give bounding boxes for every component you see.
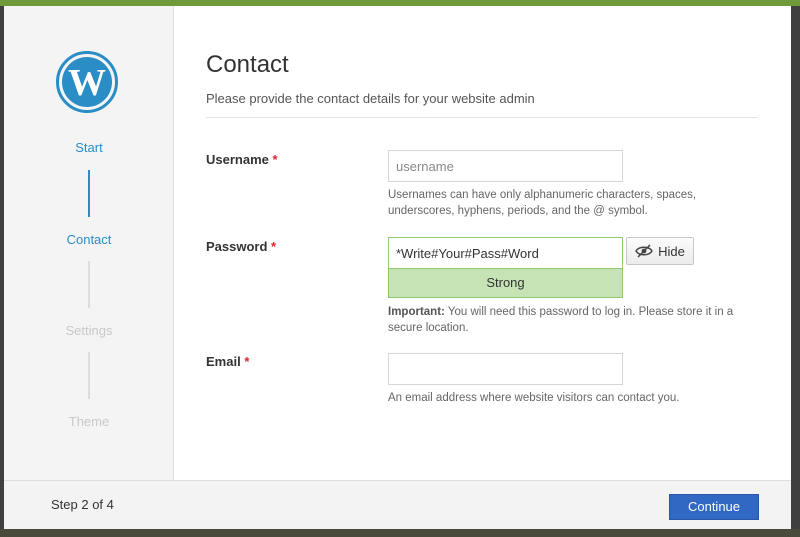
hide-password-button[interactable]: Hide [626,237,694,265]
page-title: Contact [206,51,289,78]
password-help-important: Important: [388,306,445,318]
username-label-text: Username [206,152,269,167]
page-subtitle: Please provide the contact details for y… [206,91,535,106]
wizard-step-start[interactable]: Start [4,140,174,155]
wizard-step-theme: Theme [68,414,110,429]
header-divider [206,117,757,118]
email-help: An email address where website visitors … [388,392,680,404]
required-marker: * [244,354,250,369]
password-label: Password * [206,239,276,254]
password-help: Important: You will need this password t… [388,304,748,336]
wizard-step-contact[interactable]: Contact [4,232,174,247]
wizard-sidebar: W Start Contact Settings Theme [4,6,174,480]
wizard-step-settings: Settings [65,323,113,338]
password-input[interactable] [388,237,623,269]
password-strength-meter: Strong [388,269,623,298]
username-label: Username * [206,152,278,167]
email-label-text: Email [206,354,241,369]
wordpress-logo-icon: W [56,51,118,113]
step-connector-3 [88,352,90,399]
hide-button-label: Hide [658,243,685,259]
step-connector-2 [88,261,90,308]
wizard-main-panel: Contact Please provide the contact detai… [175,6,791,480]
background-bottom-strip [0,529,800,537]
email-input[interactable] [388,353,623,385]
step-connector-1 [88,170,90,217]
eye-slash-icon [635,244,653,258]
email-label: Email * [206,354,249,369]
required-marker: * [271,239,277,254]
required-marker: * [272,152,278,167]
wizard-footer: Step 2 of 4 Continue [4,480,791,529]
password-label-text: Password [206,239,268,254]
svg-text:W: W [68,62,106,104]
setup-wizard-dialog: W Start Contact Settings Theme Contact P… [4,6,791,529]
username-help: Usernames can have only alphanumeric cha… [388,189,697,217]
step-counter: Step 2 of 4 [51,497,114,512]
username-input[interactable] [388,150,623,182]
continue-button[interactable]: Continue [669,494,759,520]
